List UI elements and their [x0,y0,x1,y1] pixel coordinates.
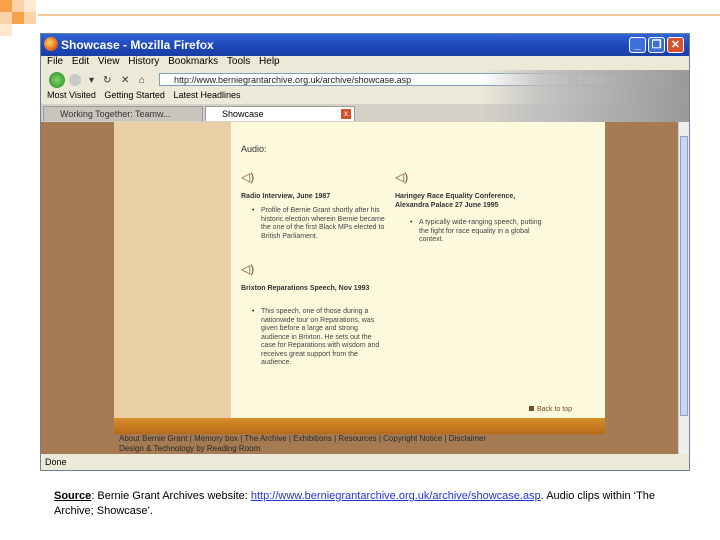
title-bar: Showcase - Mozilla Firefox _ ❐ ✕ [41,34,689,56]
tab-working-together[interactable]: Working Together: Teamw... [43,106,203,121]
left-column [114,122,231,418]
audio-item-desc: This speech, one of those during a natio… [252,308,386,368]
menu-view[interactable]: View [98,56,120,67]
caption-link[interactable]: http://www.berniegrantarchive.org.uk/arc… [251,490,541,502]
slide-top-line [38,14,720,16]
menu-file[interactable]: File [47,56,63,67]
menu-history[interactable]: History [128,56,159,67]
back-to-top-link[interactable]: Back to top [529,406,572,413]
audio-item-desc: Profile of Bernie Grant shortly after hi… [252,207,386,241]
stop-icon[interactable]: ✕ [121,75,129,86]
tab-label: Working Together: Teamw... [60,109,171,119]
scroll-thumb[interactable] [680,136,688,416]
slide-caption: Source: Bernie Grant Archives website: h… [54,489,694,519]
status-bar: Done [41,454,689,470]
window-title: Showcase - Mozilla Firefox [61,38,214,52]
caption-source-label: Source [54,490,92,502]
bookmark-getting-started[interactable]: Getting Started [104,90,165,100]
tab-label: Showcase [222,109,264,119]
bookmark-most-visited[interactable]: Most Visited [47,90,96,100]
content-area: Audio: ◁) Radio Interview, June 1987 Pro… [231,122,605,418]
menu-help[interactable]: Help [259,56,280,67]
home-icon[interactable]: ⌂ [139,75,145,86]
menu-bookmarks[interactable]: Bookmarks [168,56,218,67]
audio-item-title[interactable]: Haringey Race Equality Conference, Alexa… [395,192,545,210]
speaker-icon[interactable]: ◁) [395,170,409,184]
firefox-icon [44,37,58,51]
audio-item-desc: A typically wide-ranging speech, putting… [410,219,549,245]
back-button[interactable] [49,72,65,88]
audio-item-title[interactable]: Radio Interview, June 1987 [241,192,391,201]
menu-tools[interactable]: Tools [227,56,250,67]
footer-credit[interactable]: Design & Technology by Reading Room [119,444,539,454]
minimize-button[interactable]: _ [629,37,646,53]
footer-bar [114,418,605,434]
menu-edit[interactable]: Edit [72,56,89,67]
footer-links: About Bernie Grant | Memory box | The Ar… [119,434,539,454]
tab-showcase[interactable]: Showcase x [205,106,355,121]
menu-bar: File Edit View History Bookmarks Tools H… [41,56,689,70]
bookmark-latest-headlines[interactable]: Latest Headlines [173,90,240,100]
caption-text: : Bernie Grant Archives website: [91,490,251,502]
audio-heading: Audio: [241,144,267,154]
reload-icon[interactable]: ↻ [103,75,111,86]
dropdown-icon[interactable]: ▾ [89,75,94,86]
speaker-icon[interactable]: ◁) [241,262,255,276]
browser-window: Showcase - Mozilla Firefox _ ❐ ✕ File Ed… [40,33,690,471]
audio-item-title[interactable]: Brixton Reparations Speech, Nov 1993 [241,284,381,293]
footer-nav[interactable]: About Bernie Grant | Memory box | The Ar… [119,434,539,444]
web-page: Audio: ◁) Radio Interview, June 1987 Pro… [41,122,678,454]
speaker-icon[interactable]: ◁) [241,170,255,184]
vertical-scrollbar[interactable] [678,122,689,454]
close-tab-icon[interactable]: x [341,109,351,119]
close-button[interactable]: ✕ [667,37,684,53]
forward-button[interactable] [69,74,81,86]
maximize-button[interactable]: ❐ [648,37,665,53]
